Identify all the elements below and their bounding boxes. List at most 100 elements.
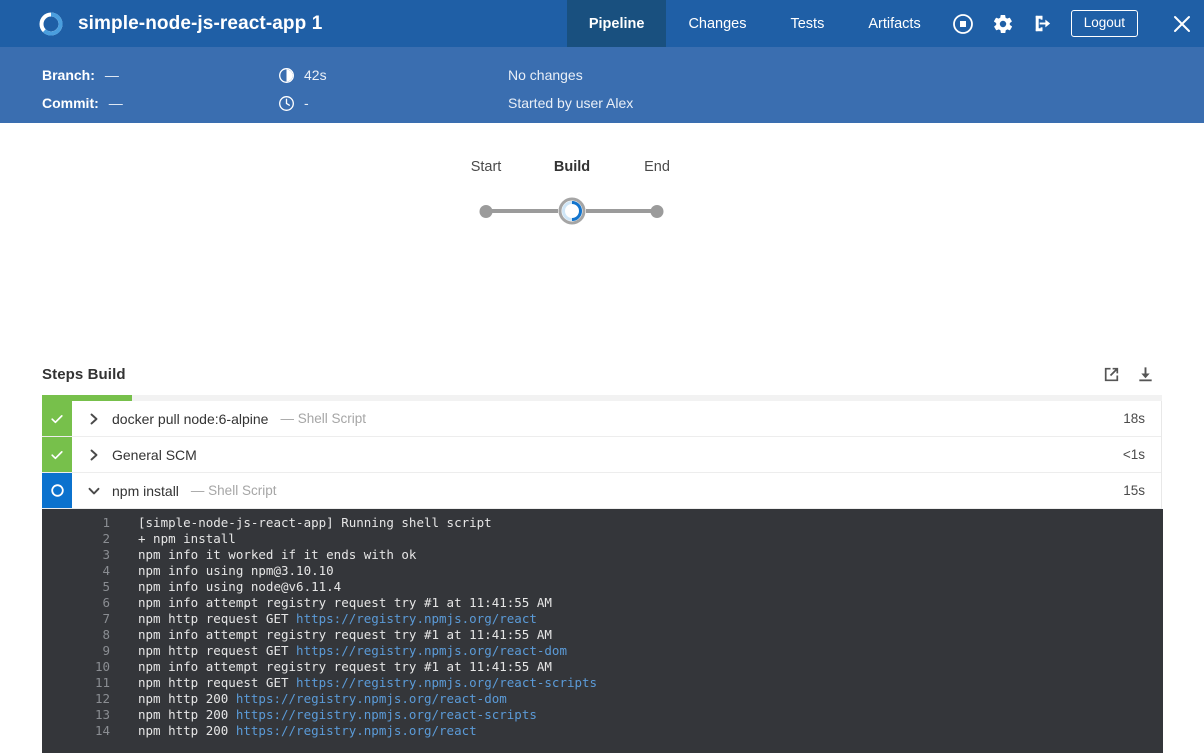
time-row: - [278, 89, 498, 117]
stage-label-end[interactable]: End [644, 159, 670, 175]
log-line-text: + npm install [110, 531, 236, 547]
log-line: 11npm http request GET https://registry.… [42, 675, 1163, 691]
log-line-number: 12 [42, 691, 110, 707]
log-line: 7npm http request GET https://registry.n… [42, 611, 1163, 627]
branch-row: Branch: — [42, 61, 272, 89]
steps-section: Steps Build [0, 353, 1204, 753]
step-body: npm install — Shell Script [72, 473, 1123, 508]
stage-node-start[interactable] [480, 205, 493, 218]
run-cause-info: No changes Started by user Alex [508, 61, 928, 117]
log-line: 3npm info it worked if it ends with ok [42, 547, 1163, 563]
log-line-number: 10 [42, 659, 110, 675]
log-line: 9npm http request GET https://registry.n… [42, 643, 1163, 659]
log-line-text: npm info attempt registry request try #1… [110, 595, 552, 611]
log-line-text: npm http request GET https://registry.np… [110, 643, 567, 659]
changes-row: No changes [508, 61, 928, 89]
page-title: simple-node-js-react-app 1 [78, 13, 322, 35]
step-body: docker pull node:6-alpine — Shell Script [72, 401, 1123, 436]
log-line-text: npm http request GET https://registry.np… [110, 611, 537, 627]
log-line-text: npm http 200 https://registry.npmjs.org/… [110, 691, 507, 707]
step-type: — Shell Script [280, 411, 366, 426]
log-line-link[interactable]: https://registry.npmjs.org/react [296, 611, 537, 626]
log-line: 6npm info attempt registry request try #… [42, 595, 1163, 611]
stage-label-build[interactable]: Build [554, 159, 590, 175]
chevron-right-icon[interactable] [84, 413, 104, 425]
spinner-ring-icon [42, 473, 72, 508]
stage-graph-wrap: Start Build End [0, 159, 1204, 249]
log-line-number: 3 [42, 547, 110, 563]
log-line-link[interactable]: https://registry.npmjs.org/react-scripts [236, 707, 537, 722]
external-link-icon[interactable] [1094, 357, 1128, 391]
branch-value: — [105, 67, 119, 83]
duration-clock-icon [278, 67, 295, 84]
log-line: 1[simple-node-js-react-app] Running shel… [42, 515, 1163, 531]
log-line-text: npm http 200 https://registry.npmjs.org/… [110, 707, 537, 723]
step-row-general-scm[interactable]: General SCM <1s [42, 437, 1161, 473]
clock-icon [278, 95, 295, 112]
log-line-number: 5 [42, 579, 110, 595]
log-line-text: npm info attempt registry request try #1… [110, 659, 552, 675]
logout-button[interactable]: Logout [1071, 10, 1138, 37]
tab-pipeline[interactable]: Pipeline [567, 0, 667, 47]
log-line-number: 8 [42, 627, 110, 643]
steps-title: Steps Build [42, 366, 126, 383]
steps-header: Steps Build [42, 353, 1162, 395]
header-actions: Logout [943, 0, 1160, 47]
tab-artifacts[interactable]: Artifacts [846, 0, 942, 47]
stop-build-icon[interactable] [943, 0, 983, 47]
log-line: 12npm http 200 https://registry.npmjs.or… [42, 691, 1163, 707]
stage-node-end[interactable] [651, 205, 664, 218]
steps-progress-bar [42, 395, 1162, 401]
branch-label: Branch: [42, 67, 95, 83]
chevron-right-icon[interactable] [84, 449, 104, 461]
commit-label: Commit: [42, 95, 99, 111]
steps-header-actions [1094, 353, 1162, 395]
log-line: 13npm http 200 https://registry.npmjs.or… [42, 707, 1163, 723]
steps-progress-fill [42, 395, 132, 401]
log-line-link[interactable]: https://registry.npmjs.org/react-dom [236, 691, 507, 706]
step-row-npm-install[interactable]: npm install — Shell Script 15s [42, 473, 1161, 509]
stage-connector-2 [586, 209, 657, 213]
chevron-down-icon[interactable] [84, 486, 104, 496]
log-line-link[interactable]: https://registry.npmjs.org/react-scripts [296, 675, 597, 690]
download-icon[interactable] [1128, 357, 1162, 391]
step-row-docker-pull[interactable]: docker pull node:6-alpine — Shell Script… [42, 401, 1161, 437]
log-line: 5npm info using node@v6.11.4 [42, 579, 1163, 595]
duration-row: 42s [278, 61, 498, 89]
log-line: 4npm info using npm@3.10.10 [42, 563, 1163, 579]
commit-row: Commit: — [42, 89, 272, 117]
console-log[interactable]: 1[simple-node-js-react-app] Running shel… [42, 509, 1163, 753]
login-arrow-icon[interactable] [1023, 0, 1063, 47]
main-nav: Pipeline Changes Tests Artifacts [567, 0, 943, 47]
log-line-text: npm info it worked if it ends with ok [110, 547, 416, 563]
tab-tests[interactable]: Tests [768, 0, 846, 47]
step-body: General SCM [72, 437, 1123, 472]
run-summary-bar: Branch: — Commit: — 42s - [0, 47, 1204, 123]
gear-icon[interactable] [983, 0, 1023, 47]
log-line: 10npm info attempt registry request try … [42, 659, 1163, 675]
log-line-number: 1 [42, 515, 110, 531]
stage-connector-1 [486, 209, 558, 213]
close-icon[interactable] [1160, 0, 1204, 47]
run-scm-info: Branch: — Commit: — [42, 61, 272, 117]
stage-label-start[interactable]: Start [471, 159, 502, 175]
stage-labels: Start Build End [472, 159, 732, 183]
log-line-number: 2 [42, 531, 110, 547]
log-line-text: npm info using node@v6.11.4 [110, 579, 341, 595]
commit-value: — [109, 95, 123, 111]
duration-value: 42s [304, 67, 327, 83]
run-timing-info: 42s - [278, 61, 498, 117]
step-list: docker pull node:6-alpine — Shell Script… [42, 401, 1162, 509]
log-line-number: 9 [42, 643, 110, 659]
log-line: 2+ npm install [42, 531, 1163, 547]
log-line-text: npm http request GET https://registry.np… [110, 675, 597, 691]
log-line-link[interactable]: https://registry.npmjs.org/react-dom [296, 643, 567, 658]
step-type: — Shell Script [191, 483, 277, 498]
log-line-number: 7 [42, 611, 110, 627]
step-name: npm install [112, 483, 179, 499]
log-line-text: npm http 200 https://registry.npmjs.org/… [110, 723, 477, 739]
log-line-text: [simple-node-js-react-app] Running shell… [110, 515, 492, 531]
stage-node-build[interactable] [558, 197, 586, 225]
tab-changes[interactable]: Changes [666, 0, 768, 47]
jenkins-blueocean-ring-icon [38, 11, 64, 37]
